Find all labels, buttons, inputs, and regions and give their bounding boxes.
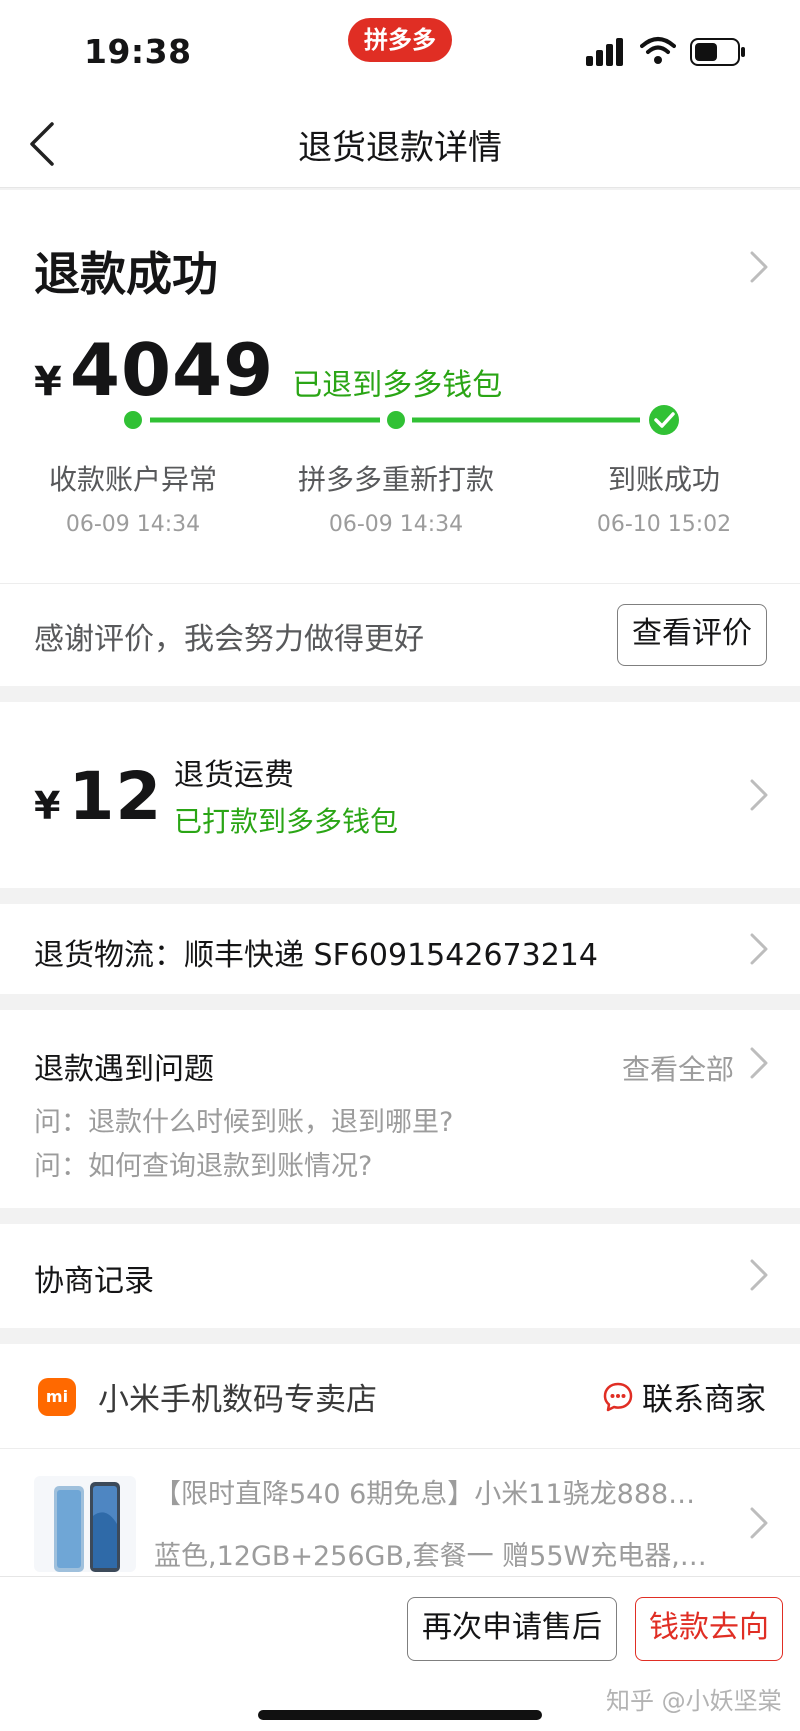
- nav-bar: 退货退款详情: [0, 98, 800, 188]
- shipping-fee-amount-row: ¥ 12: [34, 758, 162, 835]
- currency-symbol: ¥: [34, 784, 61, 828]
- refund-status-title: 退款成功: [34, 247, 218, 301]
- wifi-icon: [640, 37, 676, 64]
- shipping-fee-label: 退货运费: [174, 758, 294, 793]
- logistics-row[interactable]: 退货物流：顺丰快递 SF6091542673214: [0, 904, 800, 994]
- return-shipping-fee-card[interactable]: ¥ 12 退货运费 已打款到多多钱包: [0, 702, 800, 888]
- contact-merchant-label: 联系商家: [642, 1382, 766, 1418]
- step-time: 06-09 14:34: [65, 512, 201, 537]
- step-name: 到账成功: [607, 463, 720, 496]
- view-evaluation-button[interactable]: 查看评价: [617, 604, 767, 666]
- progress-done-check-icon: [649, 405, 679, 435]
- progress-step: 到账成功 06-10 15:02: [554, 458, 774, 537]
- battery-icon: [690, 38, 745, 66]
- phone-product-image: [54, 1482, 120, 1572]
- page-title: 退货退款详情: [298, 128, 502, 168]
- status-bar: 19:38 拼多多: [0, 0, 800, 98]
- chevron-right-icon[interactable]: [749, 250, 769, 284]
- shop-logo[interactable]: mi: [38, 1378, 76, 1416]
- shipping-fee-amount: 12: [68, 758, 163, 835]
- cellular-signal-icon: [586, 38, 623, 66]
- divider: [0, 1448, 800, 1449]
- refund-faq-card: 退款遇到问题 查看全部 问：退款什么时候到账，退到哪里? 问：如何查询退款到账情…: [0, 1010, 800, 1208]
- negotiation-record-title: 协商记录: [34, 1264, 154, 1299]
- refund-status-card[interactable]: 退款成功 ¥ 4049 已退到多多钱包 收款账户异常 06-09 14:34 拼…: [0, 190, 800, 686]
- negotiation-record-row[interactable]: 协商记录: [0, 1224, 800, 1328]
- status-time: 19:38: [84, 32, 192, 71]
- logistics-info: 退货物流：顺丰快递 SF6091542673214: [34, 938, 598, 973]
- step-time: 06-10 15:02: [596, 512, 732, 537]
- progress-step: 收款账户异常 06-09 14:34: [23, 458, 243, 537]
- divider: [0, 583, 800, 584]
- contact-merchant-button[interactable]: 联系商家: [602, 1374, 766, 1419]
- product-thumbnail[interactable]: [34, 1476, 136, 1572]
- watermark: 知乎 @小妖坚棠: [606, 1687, 782, 1715]
- faq-title: 退款遇到问题: [34, 1052, 214, 1087]
- chevron-right-icon[interactable]: [749, 1258, 769, 1292]
- chevron-right-icon[interactable]: [749, 1506, 769, 1540]
- home-indicator[interactable]: [258, 1710, 542, 1720]
- faq-question[interactable]: 问：退款什么时候到账，退到哪里?: [34, 1100, 453, 1139]
- money-flow-button[interactable]: 钱款去向: [635, 1597, 783, 1661]
- step-time: 06-09 14:34: [328, 512, 464, 537]
- reapply-after-sales-button[interactable]: 再次申请售后: [407, 1597, 617, 1661]
- progress-step: 拼多多重新打款 06-09 14:34: [286, 458, 506, 537]
- bottom-action-bar: 再次申请售后 钱款去向 知乎 @小妖坚棠: [0, 1576, 800, 1731]
- chat-bubble-icon: [603, 1382, 633, 1411]
- faq-question[interactable]: 问：如何查询退款到账情况?: [34, 1144, 372, 1183]
- chevron-right-icon[interactable]: [749, 932, 769, 966]
- shop-name[interactable]: 小米手机数码专卖店: [98, 1374, 377, 1419]
- step-name: 拼多多重新打款: [297, 463, 494, 496]
- chevron-right-icon[interactable]: [749, 778, 769, 812]
- product-spec: 蓝色,12GB+256GB,套餐一 赠55W充电器,…: [154, 1541, 707, 1572]
- product-title[interactable]: 【限时直降540 6期免息】小米11骁龙888…: [154, 1472, 724, 1511]
- chevron-right-icon[interactable]: [749, 1046, 769, 1080]
- progress-dot-1: [124, 411, 142, 429]
- refund-progress-track: [124, 405, 679, 435]
- step-name: 收款账户异常: [48, 463, 217, 496]
- shop-product-card: mi 小米手机数码专卖店 联系商家 【限时直降540 6期免息】小米11骁龙88…: [0, 1344, 800, 1584]
- app-badge[interactable]: 拼多多: [348, 18, 452, 62]
- shipping-fee-status: 已打款到多多钱包: [174, 805, 399, 838]
- progress-dot-2: [387, 411, 405, 429]
- evaluation-thanks-text: 感谢评价，我会努力做得更好: [34, 622, 424, 657]
- faq-view-all-link[interactable]: 查看全部: [622, 1048, 734, 1088]
